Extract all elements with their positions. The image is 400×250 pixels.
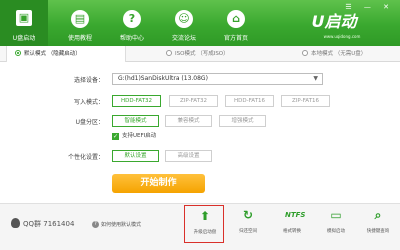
qq-group-text: QQ群 7161404: [23, 220, 75, 228]
logo-url: www.uqidong.com: [323, 34, 361, 39]
radio-icon: [15, 50, 21, 56]
tool-label: 格式转换: [283, 229, 301, 234]
usb-icon: ▣: [16, 10, 32, 26]
simulate-icon: ▭: [330, 208, 342, 222]
write-mode-hdd-fat16[interactable]: HDD-FAT16: [225, 95, 274, 107]
simulate-boot-button[interactable]: ▭ 模拟启动: [316, 205, 356, 243]
mode-tabs: 默认模式 （隐藏启动） ISO模式 （写成ISO） 本地模式 （无需U盘）: [0, 46, 400, 62]
format-convert-button[interactable]: NTFS 格式转换: [272, 205, 312, 243]
ntfs-icon: NTFS: [285, 211, 306, 219]
radio-icon: [166, 50, 172, 56]
nav-forum[interactable]: ☺ 交流论坛: [160, 0, 208, 46]
upgrade-icon: ⬆: [199, 209, 211, 223]
restore-icon: ↻: [242, 208, 254, 222]
device-value: G:(hd1)SanDiskUltra (13.08G): [118, 75, 208, 82]
window-controls[interactable]: ☰ — ✕: [345, 3, 394, 11]
default-settings-button[interactable]: 默认设置: [112, 150, 159, 162]
chevron-down-icon: ▼: [313, 75, 318, 82]
write-mode-hdd-fat32[interactable]: HDD-FAT32: [112, 95, 161, 107]
advanced-settings-button[interactable]: 高级设置: [165, 150, 212, 162]
tool-label: 快捷键查询: [366, 229, 390, 234]
home-icon: ⌂: [227, 10, 245, 28]
partition-label: U盘分区：: [75, 119, 104, 126]
nav-label: 帮助中心: [119, 35, 144, 42]
nav-home[interactable]: ⌂ 官方首页: [212, 0, 260, 46]
help-icon: ?: [92, 221, 99, 228]
nav-label: 使用教程: [67, 35, 92, 42]
tab-local-mode[interactable]: 本地模式 （无需U盘）: [302, 46, 400, 62]
uefi-label: 支持UEFI启动: [122, 133, 157, 139]
nav-help-center[interactable]: ? 帮助中心: [108, 0, 156, 46]
app-logo: U启动: [311, 12, 357, 31]
start-button[interactable]: 开始制作: [112, 174, 205, 193]
device-label: 选择设备：: [73, 77, 104, 84]
tab-label: 本地模式 （无需U盘）: [311, 51, 367, 57]
upgrade-boot-disk-button[interactable]: ⬆ 升级启动盘: [184, 205, 224, 243]
restore-space-button[interactable]: ↻ 归还空间: [228, 205, 268, 243]
tool-label: 归还空间: [239, 229, 257, 234]
tab-label: ISO模式 （写成ISO）: [175, 51, 229, 57]
nav-tutorial[interactable]: ▤ 使用教程: [56, 0, 104, 46]
help-link[interactable]: 如何使用默认模式: [101, 221, 141, 228]
partition-compatible[interactable]: 兼容模式: [165, 115, 212, 127]
partition-enhanced[interactable]: 增强模式: [219, 115, 266, 127]
qq-icon: [11, 218, 20, 228]
write-mode-zip-fat32[interactable]: ZIP-FAT32: [169, 95, 218, 107]
top-bar: ▣ U盘启动 ▤ 使用教程 ? 帮助中心 ☺ 交流论坛 ⌂ 官方首页 U启动 w…: [0, 0, 400, 46]
device-select[interactable]: G:(hd1)SanDiskUltra (13.08G) ▼: [112, 73, 323, 85]
write-mode-label: 写入模式：: [73, 99, 104, 106]
help-icon: ?: [123, 10, 141, 28]
nav-label: U盘启动: [12, 35, 36, 42]
hotkey-lookup-button[interactable]: ⌕ 快捷键查询: [358, 205, 398, 243]
nav-label: 交流论坛: [171, 35, 196, 42]
book-icon: ▤: [71, 10, 89, 28]
tool-label: 模拟启动: [327, 229, 345, 234]
personalize-label: 个性化设置：: [67, 154, 104, 161]
tool-label: 升级启动盘: [193, 230, 217, 235]
nav-usb-boot[interactable]: ▣ U盘启动: [0, 0, 48, 46]
write-mode-zip-fat16[interactable]: ZIP-FAT16: [281, 95, 330, 107]
uefi-checkbox[interactable]: ✓ 支持UEFI启动: [112, 131, 156, 140]
search-icon: ⌕: [374, 208, 382, 222]
checkmark-icon: ✓: [112, 133, 119, 140]
nav-label: 官方首页: [223, 35, 248, 42]
tab-iso-mode[interactable]: ISO模式 （写成ISO）: [166, 46, 266, 62]
partition-smart[interactable]: 智能模式: [112, 115, 159, 127]
tab-default-mode[interactable]: 默认模式 （隐藏启动）: [6, 46, 126, 62]
forum-icon: ☺: [175, 10, 193, 28]
tab-label: 默认模式 （隐藏启动）: [24, 51, 81, 57]
radio-icon: [302, 50, 308, 56]
